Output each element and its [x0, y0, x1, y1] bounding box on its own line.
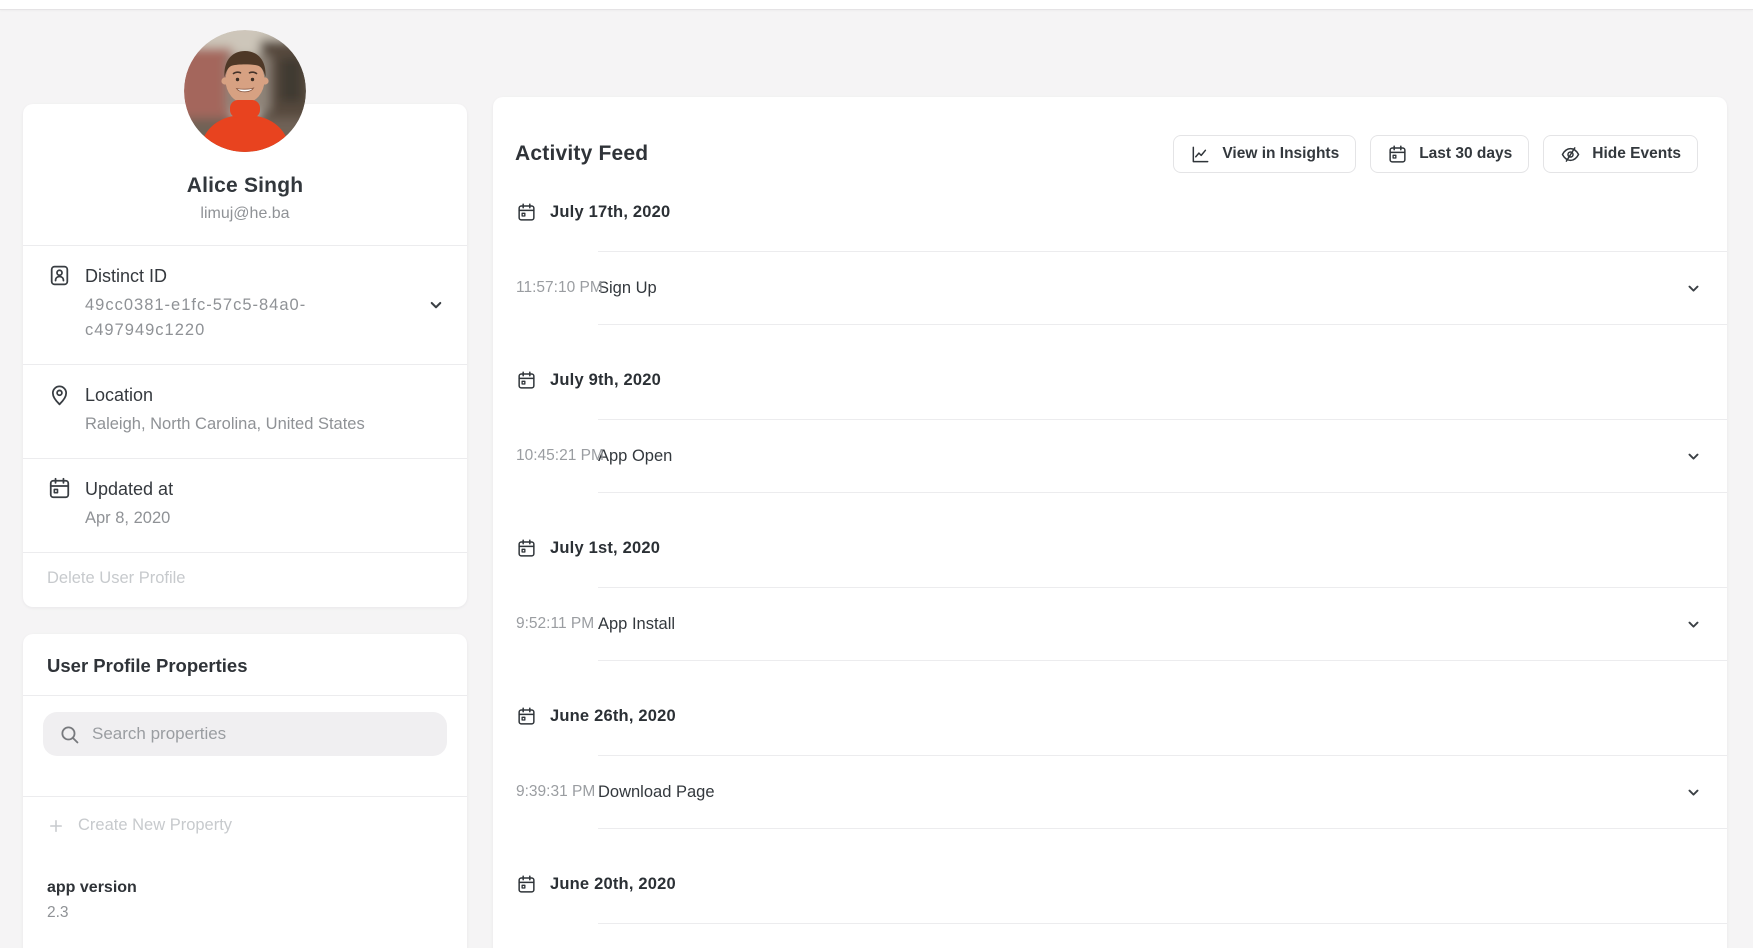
calendar-icon [516, 874, 537, 895]
event-time: 9:52:11 PM [516, 615, 594, 633]
properties-panel-title: User Profile Properties [23, 634, 467, 695]
event-name: App Install [598, 615, 675, 634]
field-label: Location [85, 383, 365, 407]
page: Alice Singh limuj@he.ba Distinct ID 49cc… [0, 10, 1753, 947]
profile-email: limuj@he.ba [47, 205, 443, 223]
create-new-property-button[interactable]: Create New Property [47, 810, 232, 841]
group-event-rows: 10:45:21 PM App Open [598, 419, 1727, 493]
event-name: App Open [598, 447, 672, 466]
delete-user-profile-button[interactable]: Delete User Profile [47, 569, 185, 588]
group-date-header: July 1st, 2020 [493, 537, 1727, 559]
property-value: 2.3 [47, 902, 443, 923]
event-time: 11:57:10 PM [516, 279, 603, 297]
activity-feed-card: Activity Feed View in Insights Last 30 da… [493, 97, 1727, 948]
toolbar-button-label: Last 30 days [1419, 145, 1512, 163]
group-date-header: July 9th, 2020 [493, 369, 1727, 391]
group-date-header: June 20th, 2020 [493, 873, 1727, 895]
user-profile-properties-card: User Profile Properties Create New Prope… [23, 634, 467, 948]
event-time: 9:39:31 PM [516, 783, 595, 801]
profile-field-distinct-id: Distinct ID 49cc0381-e1fc-57c5-84a0-c497… [23, 245, 467, 364]
activity-date-group: July 9th, 2020 10:45:21 PM App Open [493, 369, 1727, 493]
calendar-icon [516, 202, 537, 223]
avatar [184, 30, 306, 152]
event-name: Download Page [598, 783, 715, 802]
group-event-rows: 9:52:11 PM App Install [598, 587, 1727, 661]
property-row[interactable]: app version 2.3 [23, 855, 467, 948]
event-row[interactable]: 11:57:10 PM Sign Up [598, 252, 1727, 325]
search-icon [59, 724, 80, 745]
chevron-down-icon[interactable] [427, 296, 445, 314]
toolbar-button-hide-events[interactable]: Hide Events [1543, 135, 1698, 173]
event-row[interactable]: 9:52:11 PM App Install [598, 588, 1727, 661]
property-list: app version 2.3 [23, 855, 467, 948]
create-property-section: Create New Property [23, 796, 467, 855]
group-date-label: July 9th, 2020 [550, 371, 661, 390]
chevron-down-icon[interactable] [1685, 784, 1702, 801]
activity-date-group: July 17th, 2020 11:57:10 PM Sign Up [493, 201, 1727, 325]
toolbar-button-last-30-days[interactable]: Last 30 days [1370, 135, 1529, 173]
search-box[interactable] [43, 712, 447, 756]
event-time: 10:45:21 PM [516, 447, 604, 465]
group-date-label: June 26th, 2020 [550, 707, 676, 726]
toolbar-button-label: Hide Events [1592, 145, 1681, 163]
group-date-label: July 17th, 2020 [550, 203, 670, 222]
field-label: Updated at [85, 477, 173, 501]
property-name: app version [47, 877, 443, 899]
activity-feed-title: Activity Feed [515, 142, 648, 166]
group-event-rows [598, 923, 1727, 924]
activity-date-group: June 26th, 2020 9:39:31 PM Download Page [493, 705, 1727, 829]
search-section [23, 695, 467, 796]
calendar-icon [1387, 144, 1408, 165]
profile-sidebar: Alice Singh limuj@he.ba Distinct ID 49cc… [23, 10, 467, 948]
group-date-label: June 20th, 2020 [550, 875, 676, 894]
plus-icon [47, 817, 65, 835]
event-row[interactable]: 9:39:31 PM Download Page [598, 756, 1727, 829]
chevron-down-icon[interactable] [1685, 616, 1702, 633]
chevron-down-icon[interactable] [1685, 280, 1702, 297]
activity-date-group: June 20th, 2020 [493, 873, 1727, 924]
profile-field-updated-at: Updated at Apr 8, 2020 [23, 458, 467, 552]
calendar-icon [47, 476, 72, 501]
field-value: Apr 8, 2020 [85, 506, 173, 531]
profile-fields: Distinct ID 49cc0381-e1fc-57c5-84a0-c497… [23, 245, 467, 552]
top-nav-bar [0, 0, 1753, 10]
calendar-icon [516, 370, 537, 391]
activity-date-group: July 1st, 2020 9:52:11 PM App Install [493, 537, 1727, 661]
eye-off-icon [1560, 144, 1581, 165]
calendar-icon [516, 706, 537, 727]
chevron-down-icon[interactable] [1685, 448, 1702, 465]
profile-field-location: Location Raleigh, North Carolina, United… [23, 364, 467, 458]
activity-feed-header: Activity Feed View in Insights Last 30 da… [493, 97, 1727, 173]
line-chart-icon [1190, 144, 1211, 165]
group-date-label: July 1st, 2020 [550, 539, 660, 558]
group-event-rows: 11:57:10 PM Sign Up [598, 251, 1727, 325]
group-date-header: July 17th, 2020 [493, 201, 1727, 223]
location-pin-icon [47, 382, 72, 407]
create-new-property-label: Create New Property [78, 816, 232, 835]
event-name: Sign Up [598, 279, 657, 298]
field-value: 49cc0381-e1fc-57c5-84a0-c497949c1220 [85, 293, 343, 343]
profile-name: Alice Singh [47, 174, 443, 198]
group-date-header: June 26th, 2020 [493, 705, 1727, 727]
group-event-rows: 9:39:31 PM Download Page [598, 755, 1727, 829]
search-properties-input[interactable] [92, 724, 431, 744]
activity-groups: July 17th, 2020 11:57:10 PM Sign Up July… [493, 201, 1727, 924]
field-value: Raleigh, North Carolina, United States [85, 412, 365, 437]
field-label: Distinct ID [85, 264, 343, 288]
delete-profile-row: Delete User Profile [23, 552, 467, 607]
id-badge-icon [47, 263, 72, 288]
calendar-icon [516, 538, 537, 559]
toolbar-button-label: View in Insights [1222, 145, 1339, 163]
profile-card: Alice Singh limuj@he.ba Distinct ID 49cc… [23, 104, 467, 607]
avatar-illustration [184, 30, 306, 152]
event-row[interactable]: 10:45:21 PM App Open [598, 420, 1727, 493]
feed-toolbar: View in Insights Last 30 days Hide Events [1173, 135, 1698, 173]
toolbar-button-view-in-insights[interactable]: View in Insights [1173, 135, 1356, 173]
